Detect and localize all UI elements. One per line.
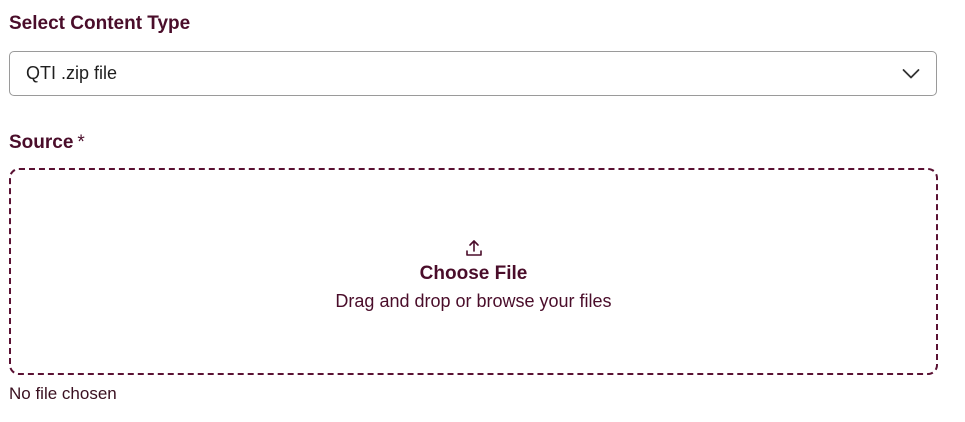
upload-icon [465,239,482,256]
choose-file-button[interactable]: Choose File [420,263,528,286]
content-type-select[interactable]: QTI .zip file [9,51,937,96]
source-label-text: Source [9,132,74,153]
file-status-text: No file chosen [9,384,117,403]
required-indicator: * [77,132,85,153]
file-dropzone[interactable]: Choose File Drag and drop or browse your… [9,168,938,375]
chevron-down-icon [902,68,920,78]
content-type-label: Select Content Type [9,14,190,33]
source-label: Source * [9,133,85,152]
content-type-label-text: Select Content Type [9,13,191,34]
dropzone-hint: Drag and drop or browse your files [335,290,612,311]
content-type-selected-value: QTI .zip file [26,63,118,83]
